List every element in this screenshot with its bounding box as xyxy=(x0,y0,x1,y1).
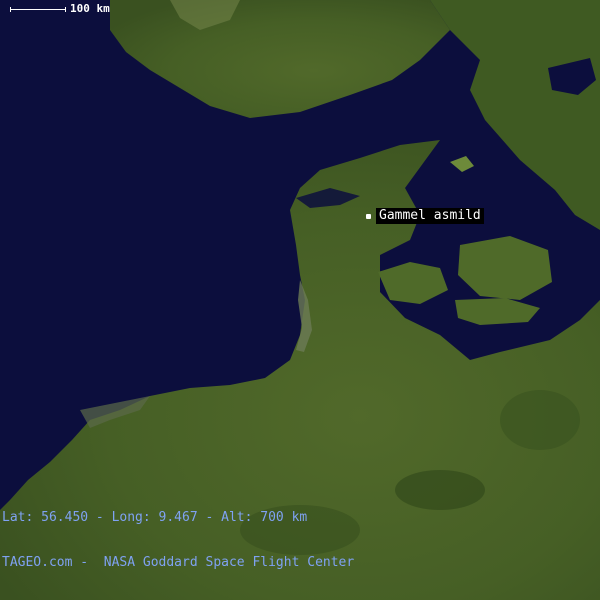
forest-area xyxy=(395,470,485,510)
coordinates-readout: Lat: 56.450 - Long: 9.467 - Alt: 700 km xyxy=(2,510,308,525)
scale-label: 100 km xyxy=(70,2,110,15)
marker-label: Gammel asmild xyxy=(376,208,484,224)
scale-bar: 100 km xyxy=(10,2,110,16)
satellite-map[interactable]: 100 km Gammel asmild Lat: 56.450 - Long:… xyxy=(0,0,600,600)
credit-text: TAGEO.com - NASA Goddard Space Flight Ce… xyxy=(2,555,355,570)
map-footer: Lat: 56.450 - Long: 9.467 - Alt: 700 km … xyxy=(2,480,354,600)
location-marker[interactable]: Gammel asmild xyxy=(366,208,484,224)
scale-line xyxy=(10,6,66,12)
marker-dot-icon xyxy=(366,213,371,219)
forest-area xyxy=(500,390,580,450)
